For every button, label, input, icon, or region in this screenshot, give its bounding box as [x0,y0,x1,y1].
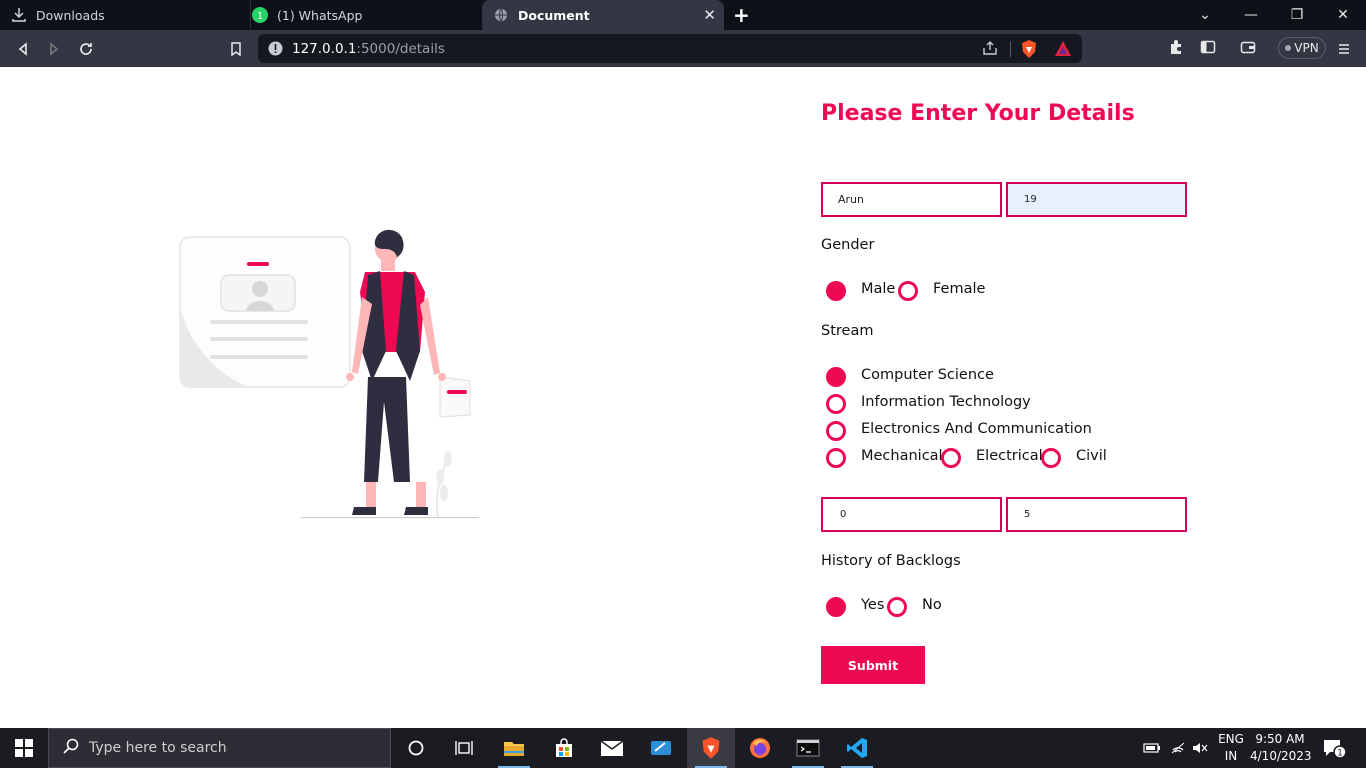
stream-radio-electrical[interactable]: Electrical [941,444,1043,468]
file-explorer-icon[interactable] [490,728,538,768]
radio-unselected-icon [941,448,961,468]
restore-icon[interactable]: ❐ [1274,0,1320,30]
sidebar-icon[interactable] [1200,39,1216,59]
notification-center-icon[interactable]: 1 [1322,728,1346,768]
browser-toolbar: 127.0.0.1:5000/details VPN [0,30,1366,67]
reload-icon[interactable] [75,38,97,60]
radio-unselected-icon [887,597,907,617]
vpn-status-icon [1285,45,1292,51]
vscode-icon[interactable] [833,728,881,768]
windows-start-icon[interactable] [0,728,48,768]
divider [1010,41,1011,57]
radio-unselected-icon [898,281,918,301]
stream-radio-electronics[interactable]: Electronics And Communication [826,417,1092,441]
minimize-icon[interactable]: — [1228,0,1274,30]
download-icon [10,6,28,24]
gender-radio-male[interactable]: Male [826,277,895,301]
brave-shields-icon[interactable] [1020,39,1038,63]
wallet-icon[interactable] [1240,39,1256,59]
name-input[interactable]: Arun [821,182,1002,217]
vpn-button[interactable]: VPN [1278,37,1326,59]
age-input[interactable]: 19 [1006,182,1187,217]
tab-label: (1) WhatsApp [277,7,363,23]
wifi-icon[interactable] [1170,728,1186,768]
number-input-b[interactable]: 5 [1006,497,1187,532]
task-view-icon[interactable] [440,728,488,768]
address-bar[interactable]: 127.0.0.1:5000/details [258,34,1082,63]
system-clock[interactable]: 9:50 AM 4/10/2023 [1250,731,1312,765]
share-icon[interactable] [982,40,998,60]
search-placeholder: Type here to search [89,740,227,756]
battery-icon[interactable] [1143,728,1161,768]
page-title: Please Enter Your Details [821,101,1135,126]
radio-selected-icon [826,281,846,301]
brave-taskbar-icon[interactable] [687,728,735,768]
backlog-radio-no[interactable]: No [887,593,942,617]
mail-icon[interactable] [588,728,636,768]
close-tab-icon[interactable]: ✕ [703,6,716,24]
tab-strip: Downloads 1 (1) WhatsApp Document ✕ + ⌄ … [0,0,1366,30]
firefox-icon[interactable] [736,728,784,768]
volume-muted-icon[interactable] [1192,728,1208,768]
profile-illustration [170,227,490,531]
extensions-icon[interactable] [1168,39,1184,59]
radio-unselected-icon [826,448,846,468]
radio-selected-icon [826,597,846,617]
tab-document[interactable]: Document ✕ [482,0,724,30]
stream-radio-computer-science[interactable]: Computer Science [826,363,994,387]
radio-unselected-icon [826,394,846,414]
backlogs-label: History of Backlogs [821,553,961,569]
gender-label: Gender [821,237,875,253]
stream-radio-civil[interactable]: Civil [1041,444,1107,468]
tab-label: Document [518,7,590,23]
globe-icon [492,6,510,24]
tab-label: Downloads [36,7,105,23]
brave-rewards-icon[interactable] [1054,40,1072,61]
microsoft-store-icon[interactable] [540,728,588,768]
radio-unselected-icon [1041,448,1061,468]
number-input-a[interactable]: 0 [821,497,1002,532]
whatsapp-badge: 1 [257,11,263,22]
tab-whatsapp[interactable]: 1 (1) WhatsApp [250,0,482,30]
gender-radio-female[interactable]: Female [898,277,985,301]
app-icon[interactable] [637,728,685,768]
page-content: Please Enter Your Details Arun 19 Gender… [0,67,1366,728]
submit-button[interactable]: Submit [821,646,925,684]
menu-icon[interactable] [1337,41,1351,60]
taskbar-search[interactable]: Type here to search [48,728,391,768]
backlog-radio-yes[interactable]: Yes [826,593,884,617]
notification-count: 1 [1337,749,1343,759]
tab-downloads[interactable]: Downloads [10,0,242,30]
language-indicator[interactable]: ENG IN [1216,731,1246,765]
taskbar: Type here to search ENG IN 9:50 AM 4/10/… [0,728,1366,768]
site-info-icon[interactable] [268,41,283,60]
forward-icon[interactable] [43,38,65,60]
search-icon [63,738,79,758]
new-tab-button[interactable]: + [733,3,750,27]
stream-radio-mechanical[interactable]: Mechanical [826,444,943,468]
cortana-icon[interactable] [392,728,440,768]
terminal-icon[interactable] [784,728,832,768]
back-icon[interactable] [12,38,34,60]
radio-unselected-icon [826,421,846,441]
stream-label: Stream [821,323,874,339]
stream-radio-information-technology[interactable]: Information Technology [826,390,1031,414]
bookmark-icon[interactable] [225,38,247,60]
close-window-icon[interactable]: ✕ [1320,0,1366,30]
radio-selected-icon [826,367,846,387]
tab-search-chevron-icon[interactable]: ⌄ [1182,0,1228,30]
url-text: 127.0.0.1:5000/details [292,41,445,57]
whatsapp-icon: 1 [251,6,269,24]
